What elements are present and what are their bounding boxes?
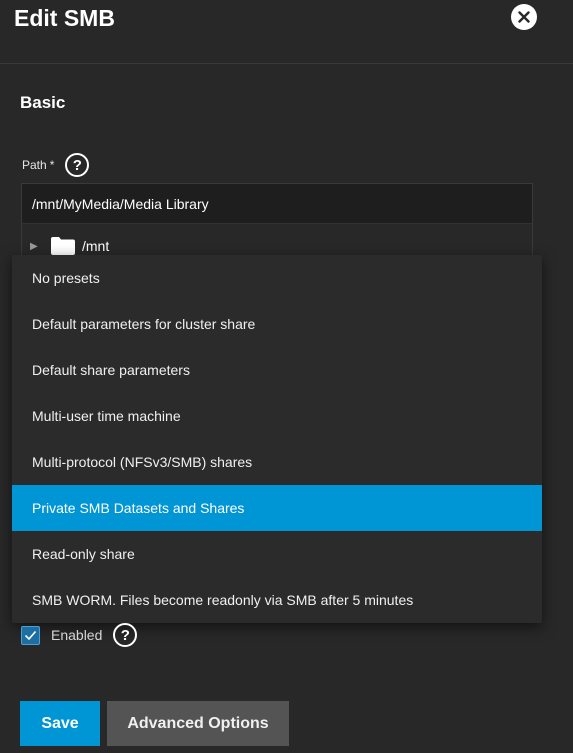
tree-node-mnt[interactable]: ▶ /mnt: [30, 236, 109, 256]
save-button[interactable]: Save: [20, 701, 100, 746]
menu-item-smb-worm[interactable]: SMB WORM. Files become readonly via SMB …: [12, 577, 542, 623]
required-marker: *: [49, 158, 55, 172]
help-icon[interactable]: ?: [65, 153, 90, 177]
enabled-checkbox[interactable]: [21, 625, 40, 645]
expand-arrow-icon[interactable]: ▶: [30, 241, 44, 252]
dialog-header: Edit SMB: [0, 0, 573, 64]
menu-item-private-smb[interactable]: Private SMB Datasets and Shares: [12, 485, 542, 531]
section-title-basic: Basic: [20, 93, 66, 112]
close-icon: [518, 11, 530, 23]
dialog-title: Edit SMB: [14, 5, 115, 31]
close-button[interactable]: [511, 4, 537, 30]
enabled-help-icon[interactable]: ?: [113, 623, 138, 647]
path-label: Path: [22, 158, 47, 172]
folder-icon: [51, 237, 75, 255]
menu-item-multi-protocol[interactable]: Multi-protocol (NFSv3/SMB) shares: [12, 439, 542, 485]
advanced-options-button[interactable]: Advanced Options: [107, 701, 289, 746]
menu-item-default-share[interactable]: Default share parameters: [12, 347, 542, 393]
menu-item-cluster-share[interactable]: Default parameters for cluster share: [12, 301, 542, 347]
path-label-row: Path * ?: [22, 153, 90, 177]
path-input[interactable]: [21, 183, 533, 223]
menu-item-read-only[interactable]: Read-only share: [12, 531, 542, 577]
presets-dropdown-menu: No presets Default parameters for cluste…: [12, 255, 542, 623]
tree-node-label: /mnt: [82, 238, 110, 254]
enabled-label: Enabled: [51, 627, 103, 643]
menu-item-no-presets[interactable]: No presets: [12, 255, 542, 301]
check-icon: [24, 630, 37, 640]
enabled-row: Enabled ?: [21, 623, 138, 647]
menu-item-time-machine[interactable]: Multi-user time machine: [12, 393, 542, 439]
edit-smb-dialog: Edit SMB Basic Path * ? ▶ /mnt No preset…: [0, 0, 573, 753]
